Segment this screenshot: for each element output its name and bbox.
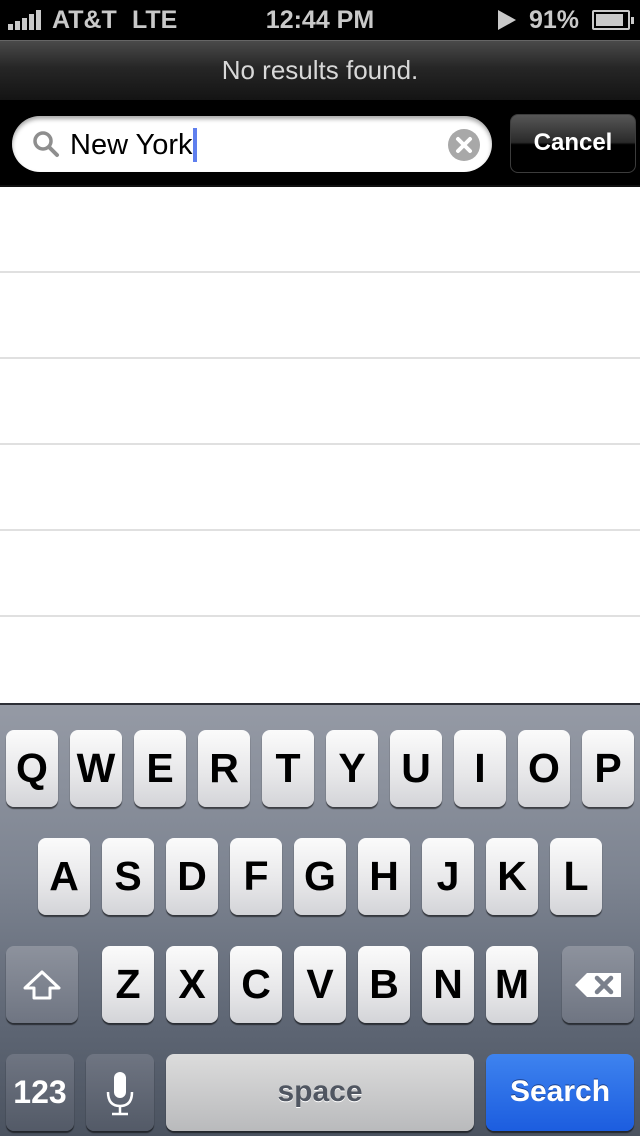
list-item [0, 359, 640, 445]
key-v[interactable]: V [294, 946, 346, 1023]
key-i[interactable]: I [454, 730, 506, 807]
key-t[interactable]: T [262, 730, 314, 807]
no-results-message: No results found. [221, 55, 419, 85]
clear-search-button[interactable] [448, 129, 480, 161]
key-k[interactable]: K [486, 838, 538, 915]
key-h[interactable]: H [358, 838, 410, 915]
list-item [0, 531, 640, 617]
list-item [0, 273, 640, 359]
microphone-icon [106, 1072, 134, 1116]
key-q[interactable]: Q [6, 730, 58, 807]
key-x[interactable]: X [166, 946, 218, 1023]
dictation-key[interactable] [86, 1054, 154, 1131]
key-e[interactable]: E [134, 730, 186, 807]
play-icon [498, 10, 516, 30]
key-a[interactable]: A [38, 838, 90, 915]
key-b[interactable]: B [358, 946, 410, 1023]
search-input[interactable]: New York [12, 116, 492, 172]
delete-key[interactable] [562, 946, 634, 1023]
list-item [0, 187, 640, 273]
search-query-text: New York [70, 129, 193, 161]
backspace-icon [575, 973, 621, 997]
key-p[interactable]: P [582, 730, 634, 807]
key-y[interactable]: Y [326, 730, 378, 807]
key-w[interactable]: W [70, 730, 122, 807]
text-caret [192, 128, 197, 162]
numbers-key[interactable]: 123 [6, 1054, 74, 1131]
results-list [0, 187, 640, 703]
battery-nub [631, 17, 634, 24]
key-d[interactable]: D [166, 838, 218, 915]
cancel-button[interactable]: Cancel [510, 114, 636, 173]
status-bar: AT&T LTE 12:44 PM 91% [0, 0, 640, 40]
key-n[interactable]: N [422, 946, 474, 1023]
key-j[interactable]: J [422, 838, 474, 915]
key-s[interactable]: S [102, 838, 154, 915]
shift-icon [23, 970, 61, 1000]
key-l[interactable]: L [550, 838, 602, 915]
key-o[interactable]: O [518, 730, 570, 807]
list-item [0, 617, 640, 703]
battery-fill [596, 14, 624, 26]
battery-icon [592, 10, 634, 30]
battery-percent: 91% [529, 6, 580, 34]
results-header: No results found. [0, 40, 640, 100]
key-r[interactable]: R [198, 730, 250, 807]
shift-key[interactable] [6, 946, 78, 1023]
list-item [0, 445, 640, 531]
key-g[interactable]: G [294, 838, 346, 915]
clear-icon [456, 137, 472, 153]
key-z[interactable]: Z [102, 946, 154, 1023]
key-c[interactable]: C [230, 946, 282, 1023]
key-f[interactable]: F [230, 838, 282, 915]
space-key[interactable]: space [166, 1054, 474, 1131]
search-icon [33, 131, 59, 157]
search-key[interactable]: Search [486, 1054, 634, 1131]
search-query[interactable]: New York [70, 128, 197, 162]
key-m[interactable]: M [486, 946, 538, 1023]
keyboard: Q W E R T Y U I O P A S D F G H J K L Z … [0, 703, 640, 1136]
key-u[interactable]: U [390, 730, 442, 807]
search-bar: New York Cancel [0, 100, 640, 187]
